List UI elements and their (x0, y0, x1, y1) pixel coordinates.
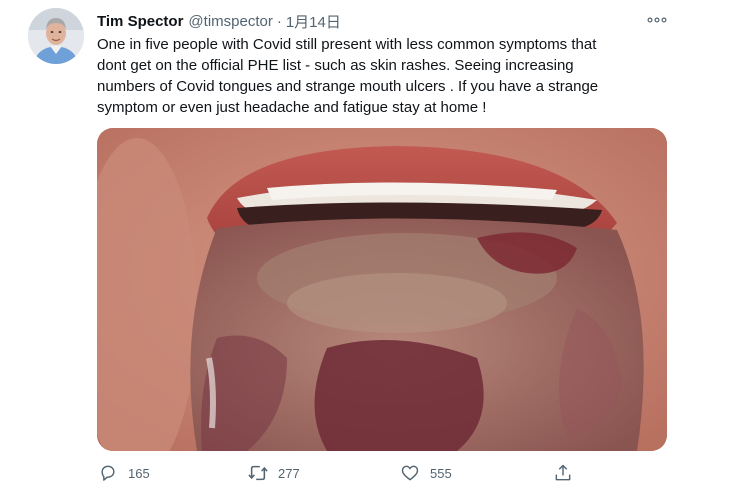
retweet-count: 277 (278, 465, 300, 481)
tweet-actions: 165 277 555 (97, 460, 617, 486)
tweet-date[interactable]: 1月14日 (286, 11, 341, 32)
tweet-text: One in five people with Covid still pres… (97, 34, 677, 118)
reply-count: 165 (128, 465, 150, 481)
like-count: 555 (430, 465, 452, 481)
tweet-text-line: numbers of Covid tongues and strange mou… (97, 78, 599, 95)
tweet-media-photo[interactable] (97, 128, 667, 451)
more-options-icon[interactable] (645, 10, 669, 30)
heart-icon (399, 462, 421, 484)
author-handle[interactable]: @timspector (188, 13, 272, 30)
tweet: Tim Spector @timspector · 1月14日 One in f… (0, 0, 742, 501)
tweet-text-line: One in five people with Covid still pres… (97, 36, 597, 53)
share-icon (552, 462, 574, 484)
reply-button[interactable]: 165 (97, 460, 150, 486)
like-button[interactable]: 555 (399, 460, 452, 486)
author-name[interactable]: Tim Spector (97, 13, 183, 30)
tweet-text-line: symptom or even just headache and fatigu… (97, 99, 487, 116)
tweet-header: Tim Spector @timspector · 1月14日 (97, 10, 341, 32)
avatar[interactable] (28, 8, 84, 64)
retweet-button[interactable]: 277 (247, 460, 300, 486)
reply-icon (97, 462, 119, 484)
tweet-text-line: dont get on the official PHE list - such… (97, 57, 574, 74)
header-separator: · (276, 12, 282, 30)
share-button[interactable] (552, 460, 574, 486)
retweet-icon (247, 462, 269, 484)
